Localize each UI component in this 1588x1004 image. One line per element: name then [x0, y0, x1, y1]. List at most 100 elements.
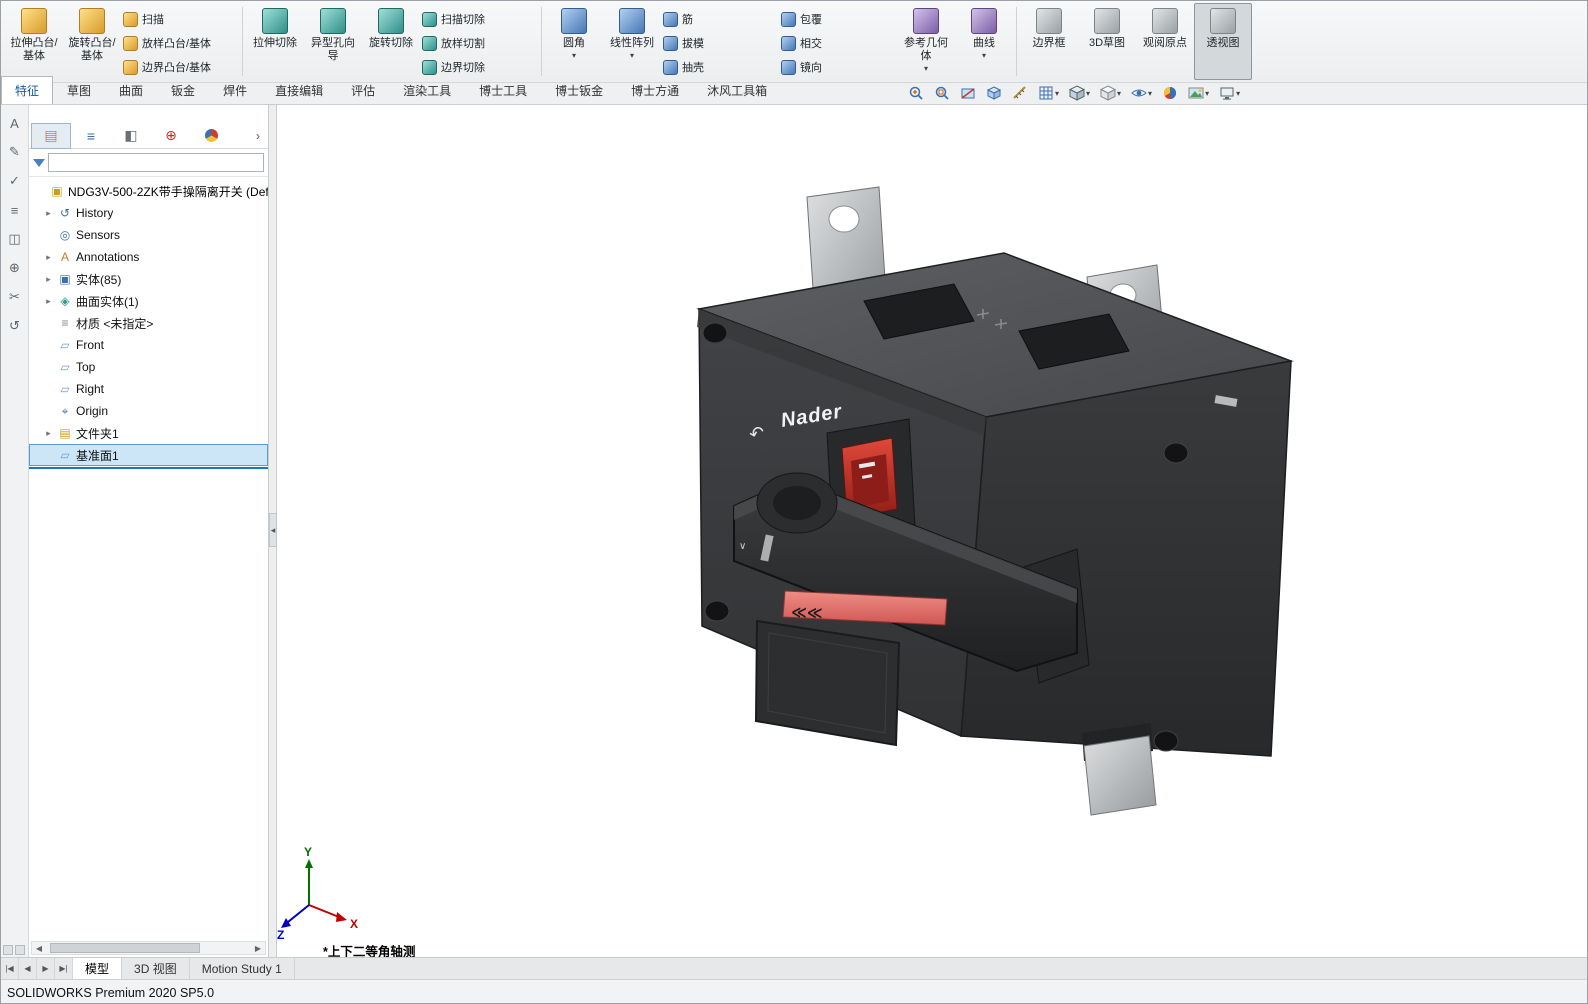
graphics-viewport[interactable]: Nader ↶ ∨ ≪≪ Y X Z *上下二等角轴测	[277, 105, 1588, 957]
tree-item[interactable]: ▱ 基准面1	[29, 444, 268, 466]
display-style-button[interactable]: ▾	[1098, 84, 1123, 105]
edit-appearance-button[interactable]	[1160, 84, 1180, 105]
ribbon-tab-features[interactable]: 特征	[1, 76, 54, 104]
bottom-tab-3d-views[interactable]: 3D 视图	[122, 958, 190, 979]
scroll-right-arrow-icon[interactable]: ▶	[251, 942, 265, 954]
panel-tabs-chevron-icon[interactable]: ›	[250, 129, 266, 143]
study-nav-button-3[interactable]: ▶|	[55, 958, 73, 979]
tree-item[interactable]: ▸ A Annotations	[29, 246, 268, 268]
zoom-fit-button[interactable]	[906, 84, 926, 105]
extrude-boss-button[interactable]: 拉伸凸台/基体	[5, 3, 63, 80]
sweep-button[interactable]: 扫描	[121, 7, 239, 31]
ribbon-tab-sketch[interactable]: 草图	[53, 76, 105, 104]
study-nav-button-2[interactable]: ▶	[37, 958, 55, 979]
rotate-button[interactable]: ↺	[5, 316, 25, 336]
display-manager-tab[interactable]	[191, 123, 231, 149]
measure-button[interactable]	[1010, 84, 1030, 105]
model-canvas[interactable]: Nader ↶ ∨ ≪≪ Y X Z	[277, 105, 1588, 957]
tree-item[interactable]: ▸ ▤ 文件夹1	[29, 422, 268, 444]
ribbon-tab-weldments[interactable]: 焊件	[209, 76, 261, 104]
revolve-boss-button[interactable]: 旋转凸台/基体	[63, 3, 121, 80]
configuration-manager-tab[interactable]: ◧	[111, 123, 151, 149]
tree-item[interactable]: ▸ ↺ History	[29, 202, 268, 224]
extrude-cut-button[interactable]: 拉伸切除	[246, 3, 304, 80]
bottom-tab-model[interactable]: 模型	[73, 958, 123, 979]
tree-item[interactable]: ▱ Top	[29, 356, 268, 378]
annotation-a-button[interactable]: A	[5, 113, 25, 133]
study-nav-button-1[interactable]: ◀	[19, 958, 37, 979]
sweep-cut-button[interactable]: 扫描切除	[420, 7, 538, 31]
tree-item-label: Sensors	[76, 228, 121, 242]
tree-item[interactable]: ▱ Right	[29, 378, 268, 400]
loft-cut-button[interactable]: 放样切割	[420, 31, 538, 55]
tree-item[interactable]: ⌖ Origin	[29, 400, 268, 422]
hide-show-button[interactable]: ▾	[1129, 84, 1154, 105]
view-cube-button[interactable]	[984, 84, 1004, 105]
intersect-button[interactable]: 相交	[779, 31, 897, 55]
wrap-button[interactable]: 包覆	[779, 7, 897, 31]
panel-collapse-chevron-icon[interactable]: ◂	[269, 513, 277, 547]
monitor-button[interactable]: ▾	[1217, 84, 1242, 105]
tree-item[interactable]: ▱ Front	[29, 334, 268, 356]
scroll-box[interactable]	[3, 945, 13, 955]
spellcheck-button[interactable]: ✓	[5, 171, 25, 191]
feature-manager-tab[interactable]: ▤	[31, 122, 71, 149]
mirror-button[interactable]: 镜向	[779, 55, 897, 79]
dimxpert-manager-tab[interactable]: ⊕	[151, 123, 191, 149]
pencil-button[interactable]: ✎	[5, 142, 25, 162]
tree-item[interactable]: ◎ Sensors	[29, 224, 268, 246]
tree-root-item[interactable]: ▣ NDG3V-500-2ZK带手操隔离开关 (Def	[29, 180, 268, 202]
panel-splitter[interactable]: ◂	[269, 105, 277, 957]
target-button[interactable]: ⊕	[5, 258, 25, 278]
expand-arrow-icon[interactable]: ▸	[43, 428, 54, 439]
apply-scene-button[interactable]: ▾	[1186, 84, 1211, 105]
hole-wizard-button[interactable]: 异型孔向导	[304, 3, 362, 80]
draft-button[interactable]: 拔模	[661, 31, 779, 55]
revolve-cut-button[interactable]: 旋转切除	[362, 3, 420, 80]
rib-button[interactable]: 筋	[661, 7, 779, 31]
ribbon-tab-mufeng-toolbox[interactable]: 沐风工具箱	[693, 76, 781, 104]
perspective-button[interactable]: 透视图	[1194, 3, 1252, 80]
ribbon-tab-boshi-tools[interactable]: 博士工具	[465, 76, 541, 104]
bottom-tab-motion-study-1[interactable]: Motion Study 1	[190, 958, 295, 979]
linear-pattern-button[interactable]: 线性阵列 ▾	[603, 3, 661, 80]
tree-item[interactable]: ≡ 材质 <未指定>	[29, 312, 268, 334]
view-orientation-button[interactable]: ▾	[1067, 84, 1092, 105]
study-nav-button-0[interactable]: |◀	[1, 958, 19, 979]
tree-item[interactable]: ▸ ▣ 实体(85)	[29, 268, 268, 290]
scroll-thumb[interactable]	[50, 943, 200, 953]
property-manager-tab[interactable]: ≡	[71, 123, 111, 149]
section-view-button[interactable]	[958, 84, 978, 105]
expand-arrow-icon[interactable]: ▸	[43, 252, 54, 263]
grid-button[interactable]: ▾	[1036, 84, 1061, 105]
expand-arrow-icon[interactable]: ▸	[43, 208, 54, 219]
tree-item-label: Annotations	[76, 250, 140, 264]
stack-button[interactable]: ≡	[5, 200, 25, 220]
fillet-button[interactable]: 圆角 ▾	[545, 3, 603, 80]
bounding-box-button[interactable]: 边界框	[1020, 3, 1078, 80]
ribbon-tab-boshi-fangtong[interactable]: 博士方通	[617, 76, 693, 104]
view-origin-button[interactable]: 观阅原点	[1136, 3, 1194, 80]
ribbon-tab-direct-editing[interactable]: 直接编辑	[261, 76, 337, 104]
ribbon-tab-boshi-sheet-metal[interactable]: 博士钣金	[541, 76, 617, 104]
3d-sketch-button[interactable]: 3D草图	[1078, 3, 1136, 80]
panel-horizontal-scrollbar[interactable]: ◀ ▶	[31, 941, 266, 955]
ribbon-tab-render-tools[interactable]: 渲染工具	[389, 76, 465, 104]
tree-item[interactable]: ▸ ◈ 曲面实体(1)	[29, 290, 268, 312]
scroll-track[interactable]	[46, 942, 251, 954]
ribbon-tab-evaluate[interactable]: 评估	[337, 76, 389, 104]
filter-input[interactable]	[48, 153, 264, 172]
scroll-left-arrow-icon[interactable]: ◀	[32, 942, 46, 954]
reference-triad[interactable]: Y X Z	[277, 845, 358, 942]
scroll-box[interactable]	[15, 945, 25, 955]
curves-button[interactable]: 曲线 ▾	[955, 3, 1013, 80]
zoom-area-button[interactable]	[932, 84, 952, 105]
scissors-button[interactable]: ✂	[5, 287, 25, 307]
ribbon-tab-surface[interactable]: 曲面	[105, 76, 157, 104]
expand-arrow-icon[interactable]: ▸	[43, 296, 54, 307]
window-button[interactable]: ◫	[5, 229, 25, 249]
expand-arrow-icon[interactable]: ▸	[43, 274, 54, 285]
reference-geometry-button[interactable]: 参考几何体 ▾	[897, 3, 955, 80]
ribbon-tab-sheet-metal[interactable]: 钣金	[157, 76, 209, 104]
loft-button[interactable]: 放样凸台/基体	[121, 31, 239, 55]
